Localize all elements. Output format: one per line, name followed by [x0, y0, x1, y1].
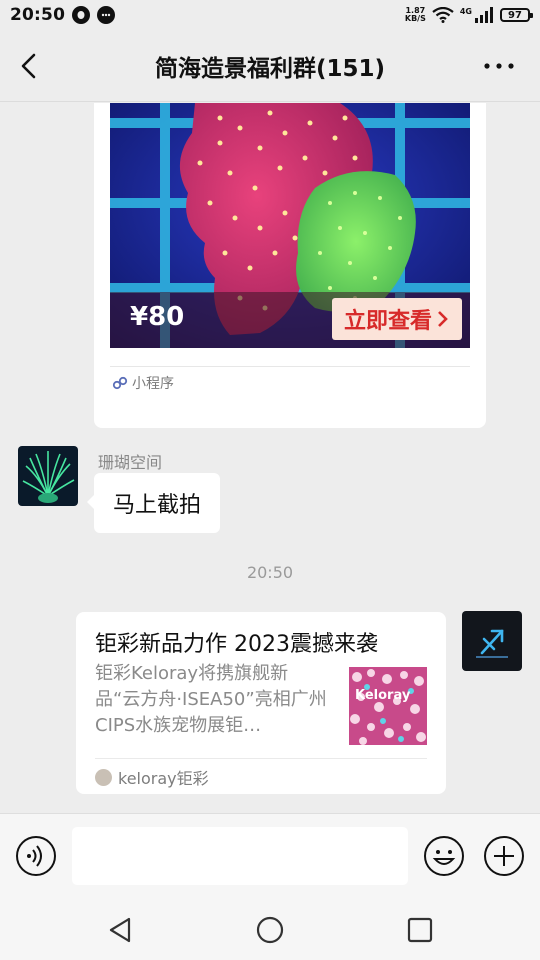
- price-label: ¥80: [130, 302, 185, 332]
- input-bar: [0, 813, 540, 899]
- divider: [95, 758, 427, 759]
- network-type: 4G: [459, 6, 472, 16]
- article-title: 钜彩新品力作 2023震撼来袭: [95, 632, 378, 657]
- view-now-label: 立即查看: [343, 309, 432, 334]
- mini-program-icon: [112, 376, 128, 390]
- source-avatar-icon: [95, 768, 112, 786]
- sender-avatar[interactable]: [18, 446, 78, 506]
- divider: [110, 366, 470, 367]
- article-source: keloray钜彩: [95, 765, 209, 789]
- chat-header: 简海造景福利群(151): [0, 30, 540, 102]
- mini-program-footer: 小程序: [112, 373, 174, 393]
- article-description: 钜彩Keloray将携旗舰新品“云方舟·ISEA50”亮相广州CIPS水族宠物展…: [95, 663, 327, 736]
- mini-program-card[interactable]: ¥80 立即查看 小程序: [94, 103, 486, 428]
- qq-notification-icon: [72, 6, 91, 24]
- system-nav-bar: [0, 899, 540, 960]
- battery-icon: 97: [500, 8, 533, 22]
- sender-name: 珊瑚空间: [98, 453, 163, 472]
- net-speed: 1.87 KB/S: [405, 7, 426, 23]
- chat-area[interactable]: ¥80 立即查看 小程序 珊瑚空间 马上截拍 20:50 钜彩新品力作 2023…: [0, 103, 540, 813]
- status-time: 20:50: [10, 5, 66, 25]
- price-bar: ¥80 立即查看: [110, 292, 470, 348]
- voice-icon[interactable]: [15, 835, 57, 877]
- net-speed-unit: KB/S: [404, 14, 426, 23]
- signal-icon: [475, 7, 493, 23]
- timestamp: 20:50: [246, 563, 294, 582]
- article-card[interactable]: 钜彩新品力作 2023震撼来袭 钜彩Keloray将携旗舰新品“云方舟·ISEA…: [76, 612, 446, 794]
- status-bar: 20:50 1.87 KB/S 4G 97: [0, 0, 540, 30]
- chat-title: 简海造景福利群(151): [154, 56, 386, 82]
- status-indicators: 1.87 KB/S 4G 97: [405, 6, 533, 23]
- my-avatar[interactable]: [462, 611, 522, 671]
- chat-notification-icon: [97, 6, 116, 24]
- message-input[interactable]: [72, 827, 408, 885]
- circle-home-icon[interactable]: [255, 915, 285, 945]
- text-message-bubble[interactable]: 马上截拍: [86, 473, 221, 533]
- triangle-back-icon[interactable]: [105, 915, 135, 945]
- chevron-right-icon: [438, 311, 448, 327]
- square-recents-icon[interactable]: [405, 915, 435, 945]
- view-now-button[interactable]: 立即查看: [332, 298, 462, 340]
- message-text: 马上截拍: [113, 493, 202, 518]
- battery-level: 97: [508, 9, 522, 21]
- wifi-icon: [432, 7, 454, 23]
- more-dots-icon[interactable]: [482, 60, 516, 72]
- article-thumbnail: Keloray: [349, 667, 427, 745]
- article-source-name: keloray钜彩: [118, 769, 209, 788]
- emoji-icon[interactable]: [423, 835, 465, 877]
- mini-program-source: 小程序: [132, 376, 174, 392]
- thumb-brand-text: Keloray: [355, 688, 411, 703]
- coral-product-image[interactable]: ¥80 立即查看: [110, 103, 470, 348]
- plus-icon[interactable]: [483, 835, 525, 877]
